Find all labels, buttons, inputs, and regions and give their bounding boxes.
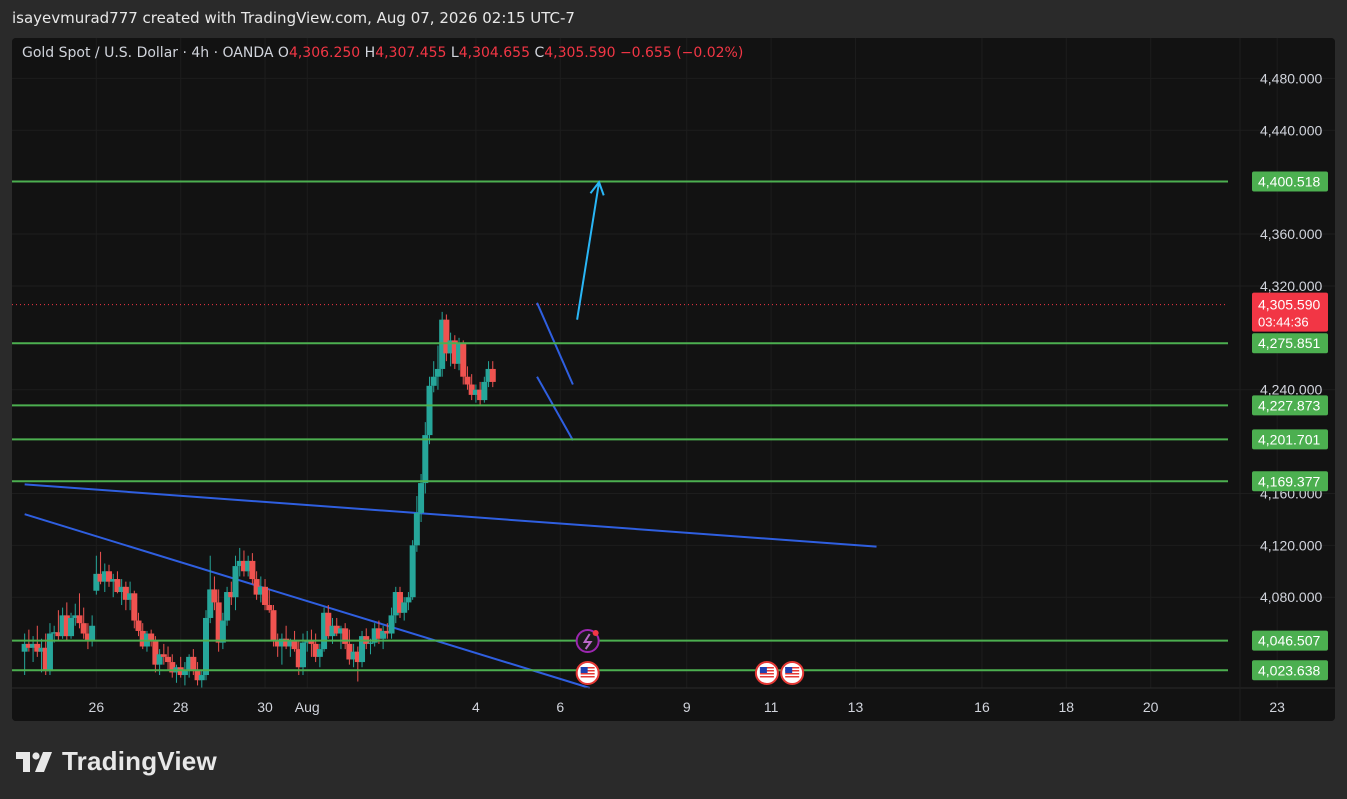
candle-body xyxy=(198,675,205,681)
flag-stripe xyxy=(785,673,800,675)
y-tick-label: 4,080.000 xyxy=(1260,589,1322,605)
candle-body xyxy=(190,656,197,670)
candle-body xyxy=(131,593,138,621)
candle-body xyxy=(430,376,437,386)
candle-body xyxy=(489,368,496,382)
y-tick-label: 4,360.000 xyxy=(1260,226,1322,242)
candle-body xyxy=(413,512,420,546)
y-tick-label: 4,120.000 xyxy=(1260,537,1322,553)
flag-canton xyxy=(785,667,793,673)
chart-panel[interactable]: 4,080.000 4,120.000 4,160.000 4,240.000 4,32… xyxy=(12,38,1335,721)
ohlc-legend: Gold Spot / U.S. Dollar · 4h · OANDA O4,… xyxy=(22,45,743,61)
x-tick-label: 9 xyxy=(683,699,691,715)
x-tick-label: 30 xyxy=(257,699,273,715)
candle-body xyxy=(405,597,412,603)
candle-body xyxy=(422,435,429,484)
flag-stripe xyxy=(785,676,800,678)
candle-body xyxy=(165,656,172,663)
level-price-label: 4,227.873 xyxy=(1258,397,1320,413)
candle-body xyxy=(388,615,395,634)
bar-countdown: 03:44:36 xyxy=(1258,315,1309,330)
candle-body xyxy=(266,604,273,611)
candle-body xyxy=(434,368,441,377)
level-price-label: 4,275.851 xyxy=(1258,335,1320,351)
attribution-text: isayevmurad777 created with TradingView.… xyxy=(12,9,575,27)
x-tick-label: 6 xyxy=(556,699,564,715)
x-tick-label: 11 xyxy=(764,699,779,715)
candle-body xyxy=(409,545,416,598)
x-tick-label: 28 xyxy=(173,699,189,715)
price-chart[interactable]: 4,080.0004,120.0004,160.0004,240.0004,32… xyxy=(12,38,1335,721)
candle-body xyxy=(202,617,209,676)
tradingview-logo-icon xyxy=(16,751,52,772)
candle-body xyxy=(299,642,306,668)
level-price-label: 4,400.518 xyxy=(1258,174,1320,190)
candle-body xyxy=(232,566,239,598)
brand-name: TradingView xyxy=(62,746,217,776)
level-price-label: 4,201.701 xyxy=(1258,431,1320,447)
candle-body xyxy=(68,617,75,637)
x-tick-label: 4 xyxy=(472,699,480,715)
candle-body xyxy=(418,483,425,513)
candle-body xyxy=(80,623,87,634)
x-tick-label: Aug xyxy=(295,699,320,715)
level-price-label: 4,169.377 xyxy=(1258,473,1320,489)
last-price-label: 4,305.590 xyxy=(1258,297,1320,313)
level-price-label: 4,023.638 xyxy=(1258,662,1320,678)
tradingview-brand[interactable]: TradingView xyxy=(16,746,217,777)
flag-canton xyxy=(580,667,588,673)
candle-body xyxy=(76,615,83,624)
change-value: −0.655 (−0.02%) xyxy=(619,45,744,61)
y-tick-label: 4,440.000 xyxy=(1260,122,1322,138)
candle-body xyxy=(135,620,142,631)
candle-body xyxy=(46,633,53,672)
candle-body xyxy=(426,385,433,436)
close-label: C xyxy=(534,45,545,61)
flag-stripe xyxy=(580,673,595,675)
candle-body xyxy=(211,589,218,603)
y-tick-label: 4,480.000 xyxy=(1260,70,1322,86)
candle-body xyxy=(481,381,488,401)
low-value: 4,304.655 xyxy=(458,45,530,61)
candle-body xyxy=(460,343,467,377)
x-tick-label: 18 xyxy=(1059,699,1075,715)
candle-body xyxy=(291,641,298,650)
low-label: L xyxy=(450,45,459,61)
x-tick-label: 26 xyxy=(89,699,105,715)
level-price-label: 4,046.507 xyxy=(1258,633,1320,649)
candle-body xyxy=(464,376,471,385)
flag-stripe xyxy=(759,673,774,675)
x-tick-label: 20 xyxy=(1143,699,1159,715)
candle-body xyxy=(262,586,269,605)
candle-body xyxy=(89,625,96,642)
event-alert-dot xyxy=(592,630,599,636)
close-value: 4,305.590 xyxy=(544,45,616,61)
candle-body xyxy=(401,602,408,613)
candle-body xyxy=(367,642,374,644)
y-tick-label: 4,320.000 xyxy=(1260,278,1322,294)
y-tick-label: 4,240.000 xyxy=(1260,382,1322,398)
open-value: 4,306.250 xyxy=(288,45,361,61)
flag-stripe xyxy=(580,676,595,678)
x-tick-label: 16 xyxy=(974,699,990,715)
candle-body xyxy=(219,620,226,643)
high-label: H xyxy=(364,45,376,61)
candle-body xyxy=(160,654,167,657)
candle-body xyxy=(316,649,323,657)
flag-canton xyxy=(759,667,767,673)
x-tick-label: 23 xyxy=(1269,699,1285,715)
candle-body xyxy=(270,610,277,642)
candle-body xyxy=(249,560,256,580)
high-value: 4,307.455 xyxy=(375,45,447,61)
symbol-title: Gold Spot / U.S. Dollar · 4h · OANDA xyxy=(22,45,274,61)
flag-stripe xyxy=(759,676,774,678)
open-label: O xyxy=(277,45,289,61)
x-tick-label: 13 xyxy=(848,699,864,715)
